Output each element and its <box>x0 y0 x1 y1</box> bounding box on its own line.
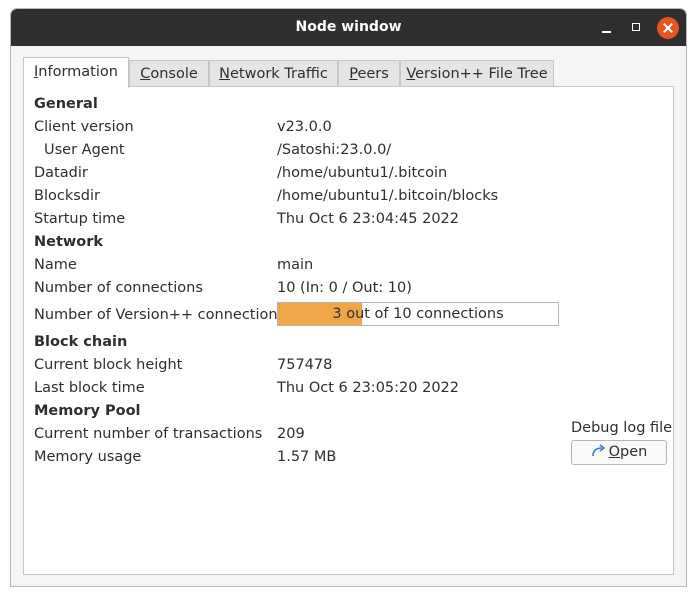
datadir-label: Datadir <box>34 165 88 181</box>
minimize-icon <box>602 31 611 33</box>
vpp-connections-progress-bar: 3 out of 10 connections <box>277 302 559 326</box>
tab-mnemonic: N <box>219 66 230 82</box>
connections-value[interactable]: 10 (In: 0 / Out: 10) <box>277 280 412 296</box>
tx-count-label: Current number of transactions <box>34 426 263 442</box>
tab-mnemonic: C <box>140 66 151 82</box>
user-agent-value[interactable]: /Satoshi:23.0.0/ <box>277 142 391 158</box>
tab-information[interactable]: Information <box>23 57 129 88</box>
network-name-value[interactable]: main <box>277 257 313 273</box>
network-name-label: Name <box>34 257 77 273</box>
debug-log-label: Debug log file <box>571 420 673 436</box>
tab-mnemonic: V <box>406 66 416 82</box>
tab-label: onsole <box>150 66 198 82</box>
startup-time-value[interactable]: Thu Oct 6 23:04:45 2022 <box>277 211 459 227</box>
tab-label: eers <box>357 66 389 82</box>
tab-console[interactable]: Console <box>129 60 209 87</box>
last-block-time-label: Last block time <box>34 380 145 396</box>
progress-text: 3 out of 10 connections <box>332 306 504 322</box>
tab-version-file-tree[interactable]: Version++ File Tree <box>400 60 554 87</box>
blocksdir-value[interactable]: /home/ubuntu1/.bitcoin/blocks <box>277 188 498 204</box>
minimize-button[interactable] <box>596 17 618 39</box>
tx-count-value[interactable]: 209 <box>277 426 305 442</box>
close-button[interactable] <box>657 17 679 39</box>
vpp-connections-label: Number of Version++ connections <box>34 307 286 323</box>
client-version-value[interactable]: v23.0.0 <box>277 119 332 135</box>
startup-time-label: Startup time <box>34 211 126 227</box>
network-heading: Network <box>34 234 104 250</box>
open-label: pen <box>620 444 648 460</box>
memory-pool-heading: Memory Pool <box>34 403 141 419</box>
general-heading: General <box>34 96 98 112</box>
connections-label: Number of connections <box>34 280 203 296</box>
maximize-icon <box>632 23 640 31</box>
block-height-value[interactable]: 757478 <box>277 357 332 373</box>
tab-label: etwork Traffic <box>229 66 328 82</box>
block-height-label: Current block height <box>34 357 183 373</box>
last-block-time-value[interactable]: Thu Oct 6 23:05:20 2022 <box>277 380 459 396</box>
information-panel: General Client version v23.0.0 User Agen… <box>23 86 674 575</box>
open-debug-log-button[interactable]: Open <box>571 440 667 465</box>
tab-peers[interactable]: Peers <box>338 60 400 87</box>
tab-label: ersion++ File Tree <box>415 66 548 82</box>
blocksdir-label: Blocksdir <box>34 188 100 204</box>
tab-label: nformation <box>38 64 118 80</box>
block-chain-heading: Block chain <box>34 334 128 350</box>
memory-usage-value[interactable]: 1.57 MB <box>277 449 336 465</box>
maximize-button[interactable] <box>626 17 648 39</box>
node-window: Node window Information Console Network … <box>10 8 687 587</box>
window-title: Node window <box>295 19 402 35</box>
title-bar[interactable]: Node window <box>11 9 686 46</box>
open-arrow-icon <box>591 444 605 457</box>
memory-usage-label: Memory usage <box>34 449 142 465</box>
datadir-value[interactable]: /home/ubuntu1/.bitcoin <box>277 165 447 181</box>
user-agent-label: User Agent <box>44 142 125 158</box>
tab-network-traffic[interactable]: Network Traffic <box>209 60 338 87</box>
client-version-label: Client version <box>34 119 134 135</box>
open-mnemonic: O <box>608 444 621 460</box>
